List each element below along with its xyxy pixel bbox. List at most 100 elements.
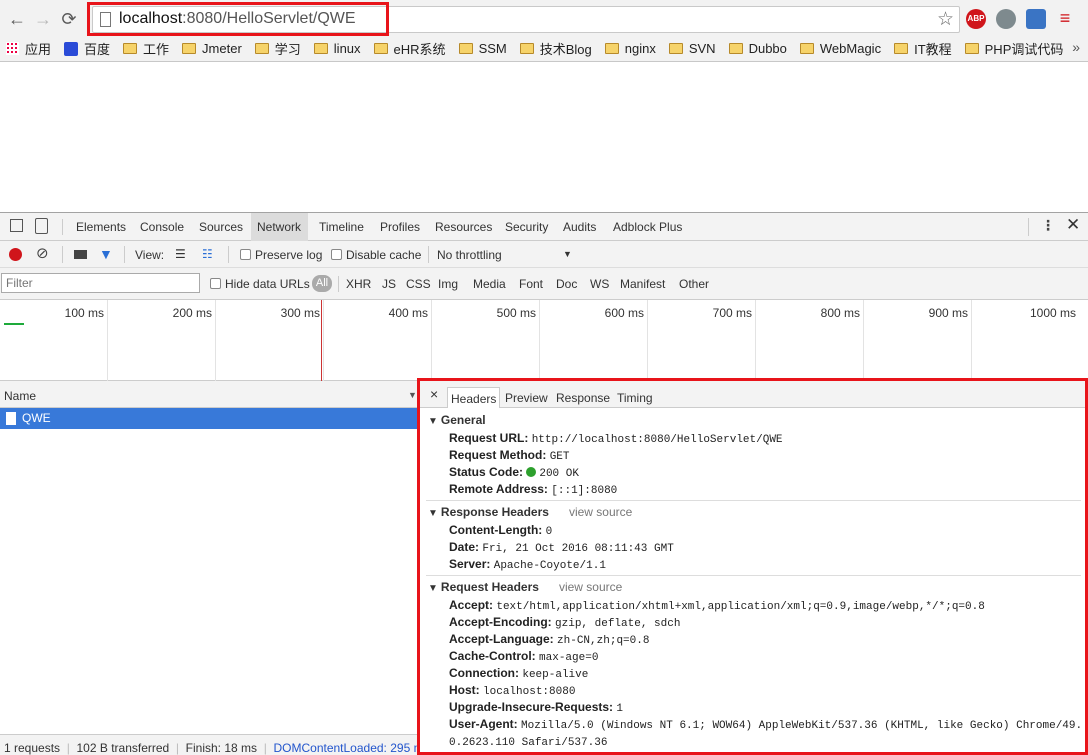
bookmark-baidu[interactable]: 百度 [64,39,110,58]
close-icon[interactable]: × [430,386,438,402]
bookmark-folder[interactable]: PHP调试代码 [964,39,1063,58]
preserve-log-checkbox[interactable] [240,249,251,260]
devtools-tabbar: Elements Console Sources Network Timelin… [0,213,1088,241]
inspect-element-icon[interactable] [10,219,23,232]
filter-icon[interactable]: ▼ [99,247,113,261]
devtools-panel: Elements Console Sources Network Timelin… [0,212,1088,755]
filter-type-img[interactable]: Img [438,277,458,291]
filter-type-media[interactable]: Media [473,277,506,291]
capture-screenshots-icon[interactable] [74,250,87,259]
bookmark-folder[interactable]: Dubbo [728,41,787,56]
close-devtools-icon[interactable]: ✕ [1066,215,1080,235]
tab-console[interactable]: Console [140,220,184,234]
tab-headers[interactable]: Headers [447,387,501,408]
bookmark-label: eHR系统 [393,42,446,57]
view-source-link[interactable]: view source [559,580,622,594]
tab-timeline[interactable]: Timeline [319,220,364,234]
header-key: Connection: [449,666,519,680]
filter-input[interactable] [1,273,200,293]
header-key: Cache-Control: [449,649,536,663]
folder-icon [373,43,388,54]
tab-security[interactable]: Security [505,220,548,234]
record-icon[interactable] [9,248,22,261]
bookmark-folder[interactable]: WebMagic [799,41,881,56]
filter-type-font[interactable]: Font [519,277,543,291]
document-icon [6,412,16,425]
response-headers-section-header[interactable]: ▼ Response Headers view source [428,505,632,519]
bookmark-apps[interactable]: 应用 [6,39,51,58]
header-value: Fri, 21 Oct 2016 08:11:43 GMT [482,543,674,555]
general-section-header[interactable]: ▼ General [428,413,486,427]
filter-bar: Hide data URLs All XHR JS CSS Img Media … [0,268,1088,300]
timeline-tick-label: 1000 ms [1029,306,1076,320]
baidu-icon [64,41,79,56]
bookmark-folder[interactable]: 技术Blog [519,39,592,58]
filter-type-doc[interactable]: Doc [556,277,577,291]
menu-icon[interactable]: ≡ [1056,9,1074,29]
folder-icon [728,43,743,54]
tab-timing[interactable]: Timing [614,387,656,408]
star-icon[interactable]: ☆ [937,8,954,31]
header-value: 0.2623.110 Safari/537.36 [449,737,608,749]
tab-preview[interactable]: Preview [502,387,551,408]
table-row[interactable]: QWE [0,408,418,429]
adblock-plus-icon[interactable]: ABP [966,9,986,29]
disable-cache-checkbox[interactable] [331,249,342,260]
timeline-tick-label: 800 ms [820,306,860,320]
header-value: localhost:8080 [483,686,576,698]
tab-response[interactable]: Response [553,387,613,408]
bookmark-folder[interactable]: eHR系统 [373,39,446,58]
filter-type-manifest[interactable]: Manifest [620,277,665,291]
folder-icon [123,43,138,54]
reload-icon[interactable]: ⟳ [58,8,80,30]
overview-icon[interactable]: ☷ [202,248,213,260]
preserve-log-label: Preserve log [255,248,323,262]
throttling-select[interactable]: No throttling [437,248,502,262]
tab-resources[interactable]: Resources [435,220,492,234]
view-source-link[interactable]: view source [569,505,632,519]
tab-adblock-plus[interactable]: Adblock Plus [613,220,682,234]
network-overview-timeline[interactable]: 100 ms 200 ms 300 ms 400 ms 500 ms 600 m… [0,300,1088,381]
bookmark-folder[interactable]: 工作 [123,39,169,58]
tab-network[interactable]: Network [257,220,301,234]
filter-type-all[interactable]: All [312,275,332,292]
timeline-tick-label: 300 ms [280,306,320,320]
forward-arrow-icon[interactable]: → [32,8,54,30]
tab-sources[interactable]: Sources [199,220,243,234]
header-key: Date: [449,540,480,554]
filter-type-js[interactable]: JS [382,277,396,291]
name-header-label: Name [4,389,37,403]
tab-profiles[interactable]: Profiles [380,220,420,234]
filter-type-xhr[interactable]: XHR [346,277,371,291]
bookmark-folder[interactable]: Jmeter [182,41,242,56]
folder-icon [313,43,328,54]
filter-type-ws[interactable]: WS [590,277,609,291]
bookmark-folder[interactable]: 学习 [254,39,301,58]
timeline-tick-label: 200 ms [172,306,212,320]
device-mode-icon[interactable] [35,218,48,234]
tab-audits[interactable]: Audits [563,220,596,234]
folder-icon [604,43,619,54]
request-headers-section-header[interactable]: ▼ Request Headers view source [428,580,622,594]
header-row: Request Method: GET [449,448,570,463]
bookmarks-overflow-button[interactable]: » [1072,39,1080,55]
bookmark-folder[interactable]: SSM [458,41,507,56]
tab-elements[interactable]: Elements [76,220,126,234]
bookmark-folder[interactable]: nginx [604,41,656,56]
extension-icon[interactable] [1026,9,1046,29]
clear-icon[interactable]: ⊘ [36,246,49,261]
bookmark-label: Dubbo [748,41,787,56]
bookmark-folder[interactable]: linux [313,41,361,56]
more-options-icon[interactable]: ⋮ [1041,217,1055,234]
globe-icon[interactable] [996,9,1016,29]
large-rows-icon[interactable]: ☰ [175,248,186,260]
name-column-header[interactable]: Name ▼ [0,381,418,408]
bookmark-folder[interactable]: SVN [668,41,716,56]
filter-type-other[interactable]: Other [679,277,709,291]
hide-data-urls-checkbox[interactable] [210,278,221,289]
filter-type-css[interactable]: CSS [406,277,431,291]
header-row: Accept-Encoding: gzip, deflate, sdch [449,615,680,630]
header-row: Date: Fri, 21 Oct 2016 08:11:43 GMT [449,540,674,555]
bookmark-folder[interactable]: IT教程 [894,39,952,58]
back-arrow-icon[interactable]: ← [6,8,28,30]
